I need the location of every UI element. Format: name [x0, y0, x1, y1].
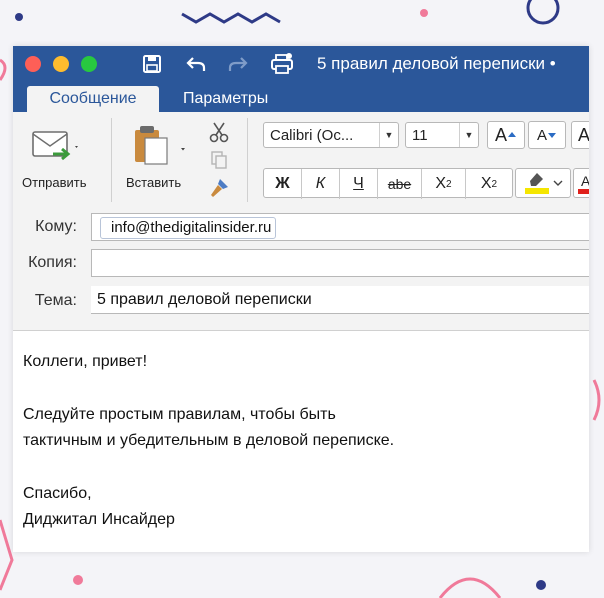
svg-text:A: A	[581, 173, 589, 189]
format-painter-button[interactable]	[207, 176, 231, 200]
subscript-mark: 2	[446, 178, 452, 190]
subscript-button[interactable]: X2	[422, 169, 466, 199]
body-line: Коллеги, привет!	[23, 353, 148, 370]
close-window-button[interactable]	[25, 56, 41, 72]
ribbon-tab-bar: Сообщение Параметры	[13, 82, 589, 112]
body-line: Диджитал Инсайдер	[23, 511, 175, 528]
arc-decoration	[438, 577, 502, 598]
dot-decoration	[420, 9, 428, 17]
scissors-icon	[209, 122, 229, 143]
zoom-window-button[interactable]	[81, 56, 97, 72]
chevron-down-icon	[553, 180, 563, 186]
zigzag-decoration	[181, 12, 281, 24]
copy-icon	[211, 151, 227, 169]
caret-down-icon	[548, 133, 556, 138]
change-case-label: A	[577, 124, 589, 145]
ribbon-separator	[247, 118, 248, 202]
paste-button[interactable]	[131, 122, 191, 168]
subject-value: 5 правил деловой переписки	[97, 291, 312, 308]
mail-compose-window: 5 правил деловой переписки • Сообщение П…	[13, 46, 589, 552]
copy-button[interactable]	[207, 148, 231, 172]
dot-decoration	[15, 13, 23, 21]
font-name-value: Calibri (Oc...	[270, 127, 354, 144]
subject-label: Тема:	[34, 292, 77, 309]
bold-button[interactable]: Ж	[264, 169, 302, 199]
superscript-mark: 2	[491, 178, 498, 190]
redo-icon[interactable]	[225, 52, 251, 76]
font-size-select[interactable]: 11 ▼	[405, 122, 479, 148]
send-icon	[32, 131, 78, 161]
window-title: 5 правил деловой переписки •	[317, 54, 556, 73]
minimize-window-button[interactable]	[53, 56, 69, 72]
dot-decoration	[536, 580, 546, 590]
circle-decoration	[526, 0, 560, 25]
subscript-label: X	[435, 175, 447, 192]
to-field[interactable]: info@thedigitalinsider.ru	[91, 213, 589, 241]
font-name-select[interactable]: Calibri (Oc... ▼	[263, 122, 399, 148]
title-bar: 5 правил деловой переписки •	[13, 46, 589, 82]
message-body[interactable]: Коллеги, привет! Следуйте простым правил…	[13, 331, 589, 552]
recipient-chip[interactable]: info@thedigitalinsider.ru	[100, 217, 277, 239]
print-icon[interactable]	[269, 52, 295, 76]
save-icon[interactable]	[139, 52, 165, 76]
tab-options[interactable]: Параметры	[183, 86, 268, 112]
highlighter-icon	[525, 173, 549, 194]
paste-icon	[135, 126, 185, 165]
underline-button[interactable]: Ч	[340, 169, 378, 199]
message-headers: Кому: info@thedigitalinsider.ru Копия: Т…	[13, 208, 589, 331]
font-color-icon: A	[578, 173, 589, 194]
cc-label: Копия:	[28, 254, 77, 271]
grow-font-label: A	[494, 124, 507, 145]
font-size-value: 11	[412, 127, 428, 144]
body-line: Спасибо,	[23, 485, 92, 502]
undo-icon[interactable]	[183, 52, 209, 76]
tab-message[interactable]: Сообщение	[27, 86, 159, 112]
grow-font-button[interactable]: A	[487, 121, 525, 149]
to-label: Кому:	[35, 218, 77, 235]
arc-decoration	[0, 58, 7, 81]
format-buttons-group: Ж К Ч abe X2 X2	[263, 168, 513, 199]
strikethrough-button[interactable]: abe	[378, 169, 422, 199]
chevron-down-icon: ▼	[379, 123, 398, 147]
body-line: тактичным и убедительным в деловой переп…	[23, 432, 395, 449]
triangle-decoration	[0, 519, 14, 591]
italic-button[interactable]: К	[302, 169, 340, 199]
superscript-button[interactable]: X2	[466, 169, 512, 199]
body-line: Следуйте простым правилам, чтобы быть	[23, 406, 336, 423]
ribbon-toolbar: Отправить Вставить Calibri (Oc... ▼ 11 ▼…	[13, 112, 589, 209]
subject-field[interactable]: 5 правил деловой переписки	[91, 286, 589, 314]
send-label: Отправить	[22, 175, 87, 190]
caret-up-icon	[508, 132, 516, 137]
arc-decoration	[592, 379, 601, 421]
highlight-button[interactable]	[515, 168, 571, 198]
font-color-button[interactable]: A	[573, 168, 589, 198]
change-case-button[interactable]: A	[571, 121, 589, 149]
ribbon-separator	[111, 118, 112, 202]
superscript-label: X	[480, 175, 492, 192]
cut-button[interactable]	[207, 120, 231, 144]
shrink-font-label: A	[536, 126, 547, 144]
format-painter-icon	[211, 179, 228, 197]
dot-decoration	[73, 575, 83, 585]
paste-label: Вставить	[126, 175, 182, 190]
chevron-down-icon: ▼	[459, 123, 478, 147]
cc-field[interactable]	[91, 249, 589, 277]
send-button[interactable]	[31, 128, 79, 168]
shrink-font-button[interactable]: A	[528, 121, 566, 149]
